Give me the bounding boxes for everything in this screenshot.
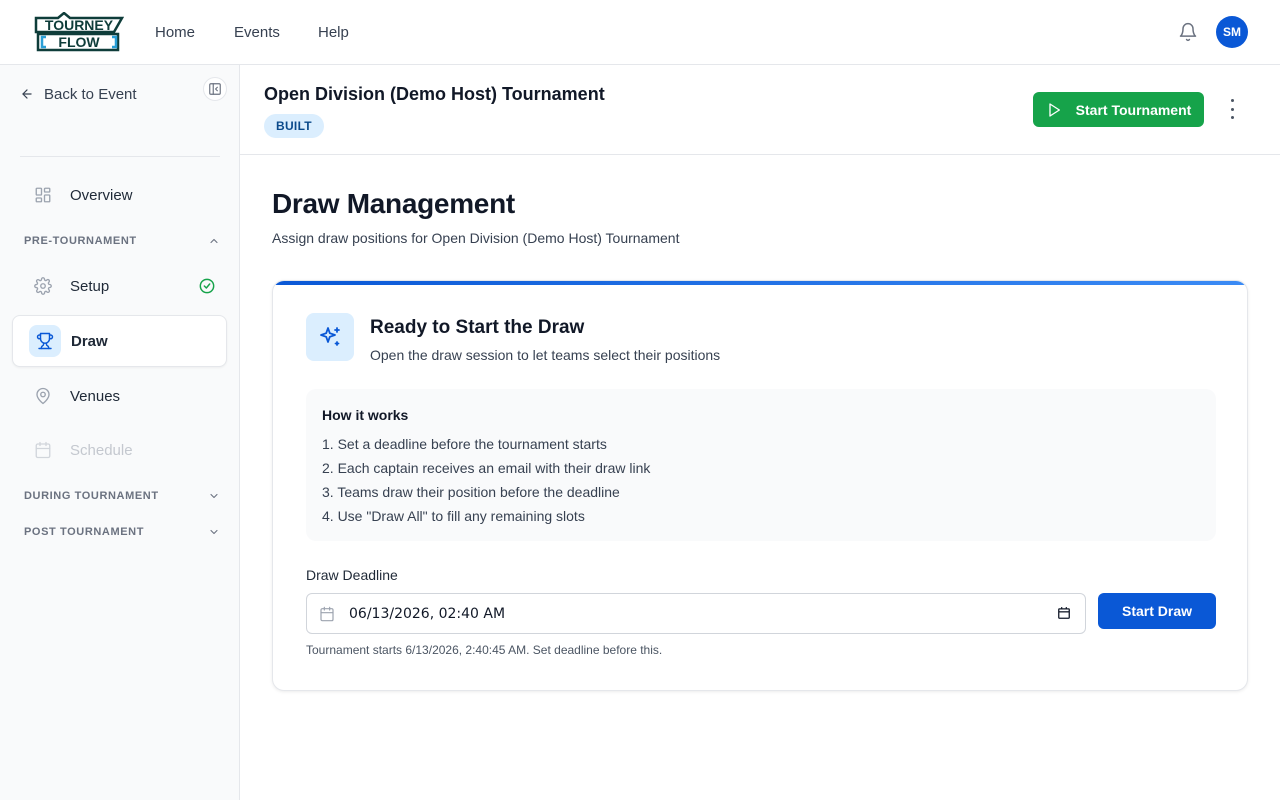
card-title: Ready to Start the Draw — [370, 317, 585, 338]
draw-deadline-input[interactable]: 06/13/2026, 02:40 AM — [306, 593, 1086, 634]
sidebar-item-label: Setup — [70, 277, 110, 295]
section-label: POST TOURNAMENT — [24, 526, 145, 538]
tournament-header: Open Division (Demo Host) Tournament BUI… — [240, 65, 1280, 155]
sidebar-item-label: Overview — [70, 186, 133, 204]
tournament-title: Open Division (Demo Host) Tournament — [264, 84, 605, 104]
list-item: 1. Set a deadline before the tournament … — [322, 436, 607, 452]
sidebar-item-label: Venues — [70, 387, 121, 405]
how-it-works-title: How it works — [322, 407, 409, 423]
trophy-icon — [29, 325, 61, 357]
more-options-icon[interactable] — [1226, 99, 1238, 119]
nav-events[interactable]: Events — [234, 24, 280, 41]
collapse-sidebar-button[interactable] — [203, 77, 227, 101]
deadline-hint: Tournament starts 6/13/2026, 2:40:45 AM.… — [306, 643, 663, 657]
bell-icon[interactable] — [1178, 22, 1198, 42]
start-tournament-label: Start Tournament — [1075, 101, 1192, 118]
sidebar-item-draw[interactable]: Draw — [12, 315, 227, 367]
section-label: PRE-TOURNAMENT — [24, 235, 137, 247]
arrow-left-icon — [22, 89, 32, 99]
start-draw-button[interactable]: Start Draw — [1098, 593, 1216, 629]
chevron-down-icon — [210, 493, 218, 499]
draw-deadline-value: 06/13/2026, 02:40 AM — [349, 605, 506, 622]
card-accent-bar — [273, 281, 1247, 285]
sidebar-divider — [20, 156, 220, 157]
start-tournament-button[interactable]: Start Tournament — [1033, 92, 1204, 127]
sidebar-item-overview[interactable]: Overview — [12, 169, 227, 221]
map-pin-icon — [36, 387, 50, 405]
sidebar-item-venues[interactable]: Venues — [12, 370, 227, 422]
user-avatar[interactable]: SM — [1216, 16, 1248, 48]
chevron-up-icon — [210, 238, 218, 244]
logo-line1: TOURNEY — [45, 17, 114, 33]
page-title: Draw Management — [272, 188, 515, 219]
section-post-tournament[interactable]: POST TOURNAMENT — [24, 526, 220, 538]
sidebar-item-label: Draw — [71, 332, 108, 350]
back-to-event-label: Back to Event — [44, 85, 137, 103]
tourneyflow-logo[interactable]: TOURNEY FLOW — [34, 11, 125, 54]
sidebar-item-schedule: Schedule — [12, 424, 227, 476]
nav-home[interactable]: Home — [155, 24, 195, 41]
sidebar-item-label: Schedule — [70, 441, 133, 459]
calendar-icon — [35, 441, 51, 459]
check-circle-icon — [199, 278, 215, 294]
panel-collapse-icon — [209, 83, 221, 95]
play-icon — [1049, 102, 1060, 117]
layout-grid-icon — [35, 187, 51, 203]
sidebar-item-setup[interactable]: Setup — [12, 260, 227, 312]
how-it-works-list: 1. Set a deadline before the tournament … — [322, 435, 650, 531]
logo-line2: FLOW — [58, 34, 100, 50]
back-to-event-link[interactable]: Back to Event — [20, 85, 137, 103]
calendar-picker-icon[interactable] — [1057, 606, 1071, 620]
sidebar: Back to Event Overview PRE-TOURNAMENT Se… — [0, 65, 240, 800]
status-badge: BUILT — [264, 114, 324, 138]
page-subtitle: Assign draw positions for Open Division … — [272, 230, 680, 246]
list-item: 3. Teams draw their position before the … — [322, 484, 620, 500]
top-navbar: TOURNEY FLOW Home Events Help SM — [0, 0, 1280, 65]
draw-deadline-label: Draw Deadline — [306, 567, 398, 583]
sparkles-icon — [306, 313, 354, 361]
section-pre-tournament[interactable]: PRE-TOURNAMENT — [24, 235, 220, 247]
card-subtitle: Open the draw session to let teams selec… — [370, 347, 721, 363]
section-during-tournament[interactable]: DURING TOURNAMENT — [24, 490, 220, 502]
draw-start-card: Ready to Start the Draw Open the draw se… — [272, 280, 1248, 691]
list-item: 4. Use "Draw All" to fill any remaining … — [322, 508, 585, 524]
section-label: DURING TOURNAMENT — [24, 490, 159, 502]
list-item: 2. Each captain receives an email with t… — [322, 460, 651, 476]
gear-icon — [34, 277, 52, 295]
nav-help[interactable]: Help — [318, 24, 349, 41]
calendar-icon — [320, 606, 334, 621]
chevron-down-icon — [210, 529, 218, 535]
how-it-works-box: How it works 1. Set a deadline before th… — [306, 389, 1216, 541]
